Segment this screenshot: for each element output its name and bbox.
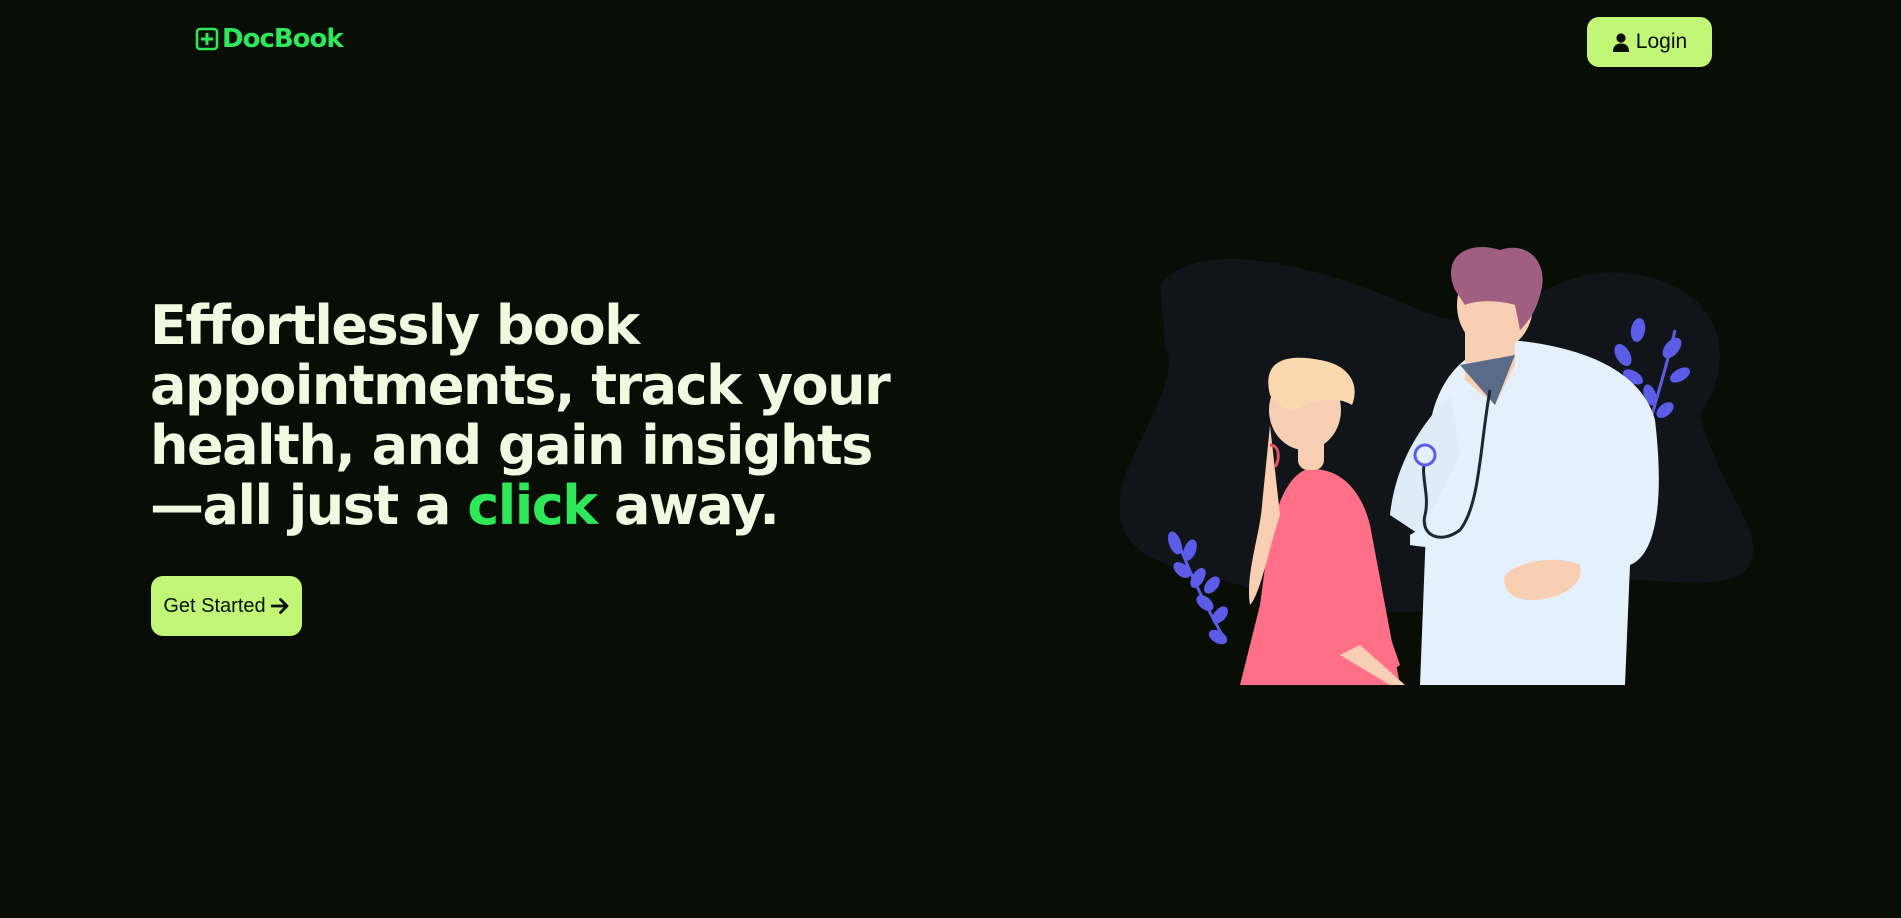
arrow-right-icon	[270, 598, 289, 614]
headline-text-end: away.	[596, 474, 780, 537]
logo-text: DocBook	[222, 24, 344, 54]
logo-link[interactable]: DocBook	[195, 24, 344, 54]
user-icon	[1612, 32, 1629, 52]
doctor-patient-illustration	[1120, 246, 1754, 685]
login-button-label: Login	[1635, 30, 1688, 53]
landing-page: DocBook Login Effortlessly book appointm…	[0, 0, 1901, 918]
login-button[interactable]: Login	[1587, 17, 1712, 67]
headline-accent-word: click	[467, 474, 598, 537]
get-started-button[interactable]: Get Started	[151, 576, 302, 636]
hero-headline: Effortlessly book appointments, track yo…	[150, 296, 910, 536]
plus-square-icon	[195, 27, 219, 51]
get-started-label: Get Started	[163, 594, 266, 617]
